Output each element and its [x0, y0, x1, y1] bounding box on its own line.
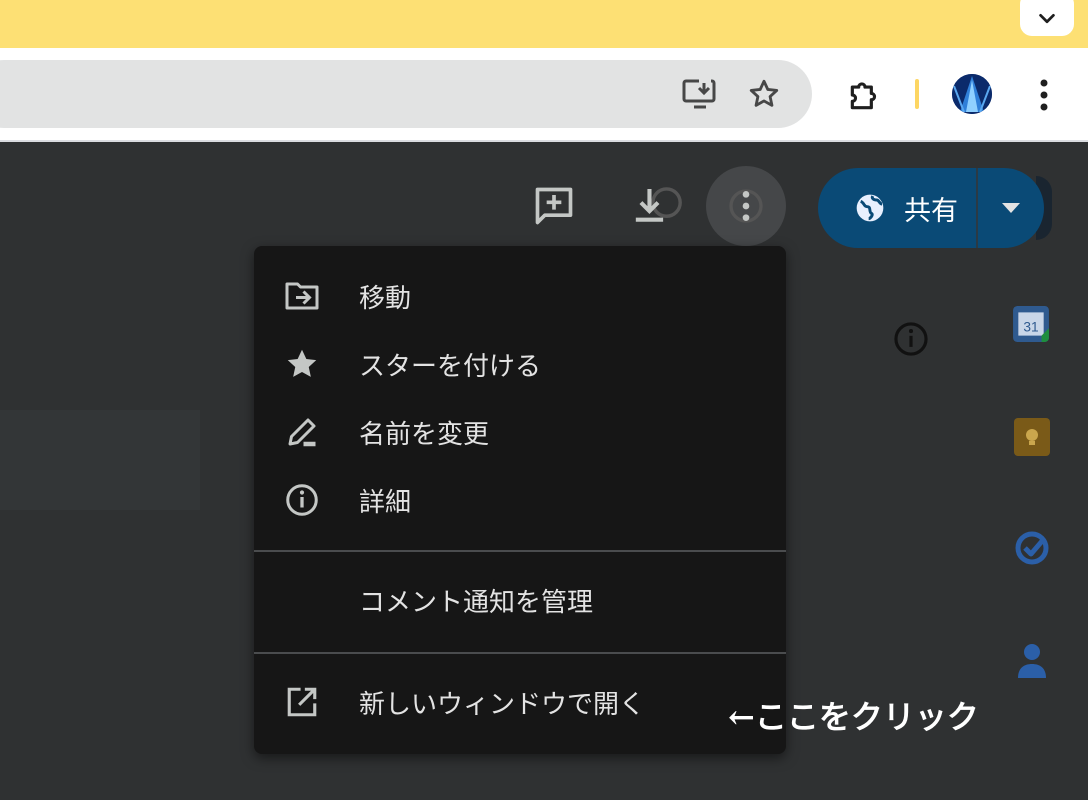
- edit-pencil-icon: [284, 414, 320, 450]
- more-actions-menu: 移動 スターを付ける 名前を変更 詳細 コメント通知を管理 新しいウィンドウで開…: [254, 246, 786, 754]
- star-outline-icon: [749, 79, 779, 107]
- menu-item-label: 新しいウィンドウで開く: [359, 689, 646, 720]
- add-comment-icon: [535, 187, 573, 225]
- share-button[interactable]: 共有: [818, 168, 1044, 248]
- caret-down-icon: [1002, 203, 1020, 213]
- install-app-button[interactable]: [680, 74, 720, 114]
- globe-icon: [856, 194, 884, 222]
- menu-item-label: コメント通知を管理: [359, 587, 594, 618]
- info-icon: [284, 482, 320, 518]
- toolbar-separator: [915, 79, 919, 109]
- menu-item-label: 名前を変更: [359, 419, 490, 450]
- menu-item-label: スターを付ける: [359, 351, 542, 382]
- open-in-new-icon: [284, 684, 320, 720]
- calendar-app-button[interactable]: 31: [1012, 305, 1049, 342]
- tasks-icon: [1015, 531, 1049, 565]
- menu-item-details[interactable]: 詳細: [254, 468, 786, 532]
- menu-item-star[interactable]: スターを付ける: [254, 332, 786, 396]
- profile-picture-icon: [952, 74, 992, 114]
- more-vert-icon: [726, 182, 766, 230]
- background-panel: [0, 410, 200, 510]
- install-app-icon: [682, 79, 716, 109]
- calendar-day-text: 31: [1023, 319, 1038, 334]
- puzzle-icon: [850, 82, 877, 110]
- tab-search-button[interactable]: [1020, 0, 1074, 36]
- share-main[interactable]: 共有: [818, 168, 976, 248]
- contacts-app-button[interactable]: [1014, 640, 1050, 678]
- move-to-folder-icon: [284, 278, 320, 314]
- menu-divider: [254, 550, 786, 552]
- browser-titlebar: [0, 0, 1088, 48]
- keep-icon: [1014, 418, 1050, 456]
- menu-item-label: 移動: [359, 283, 412, 314]
- contacts-icon: [1018, 644, 1046, 678]
- kebab-menu-icon: [1040, 79, 1048, 111]
- menu-item-comment-notifications[interactable]: コメント通知を管理: [254, 568, 786, 632]
- menu-item-label: 詳細: [359, 487, 412, 518]
- calendar-icon: 31: [1013, 306, 1049, 342]
- download-button[interactable]: [628, 182, 688, 230]
- browser-menu-button[interactable]: [1028, 74, 1060, 116]
- extensions-button[interactable]: [844, 74, 886, 116]
- tasks-app-button[interactable]: [1014, 530, 1050, 566]
- bookmark-star-button[interactable]: [744, 74, 784, 114]
- share-label: 共有: [904, 195, 958, 227]
- menu-divider: [254, 652, 786, 654]
- download-icon: [635, 187, 682, 222]
- details-button[interactable]: [892, 320, 930, 362]
- add-comment-button[interactable]: [530, 182, 578, 230]
- avatar[interactable]: [952, 74, 992, 114]
- annotation-text: ←ここをクリック: [728, 698, 979, 736]
- keep-app-button[interactable]: [1014, 418, 1050, 456]
- chevron-down-icon: [1039, 13, 1055, 24]
- star-icon: [284, 346, 320, 382]
- menu-item-open-new-window[interactable]: 新しいウィンドウで開く: [254, 670, 786, 734]
- menu-item-rename[interactable]: 名前を変更: [254, 400, 786, 464]
- info-outline-icon: [894, 322, 928, 356]
- menu-item-move[interactable]: 移動: [254, 264, 786, 328]
